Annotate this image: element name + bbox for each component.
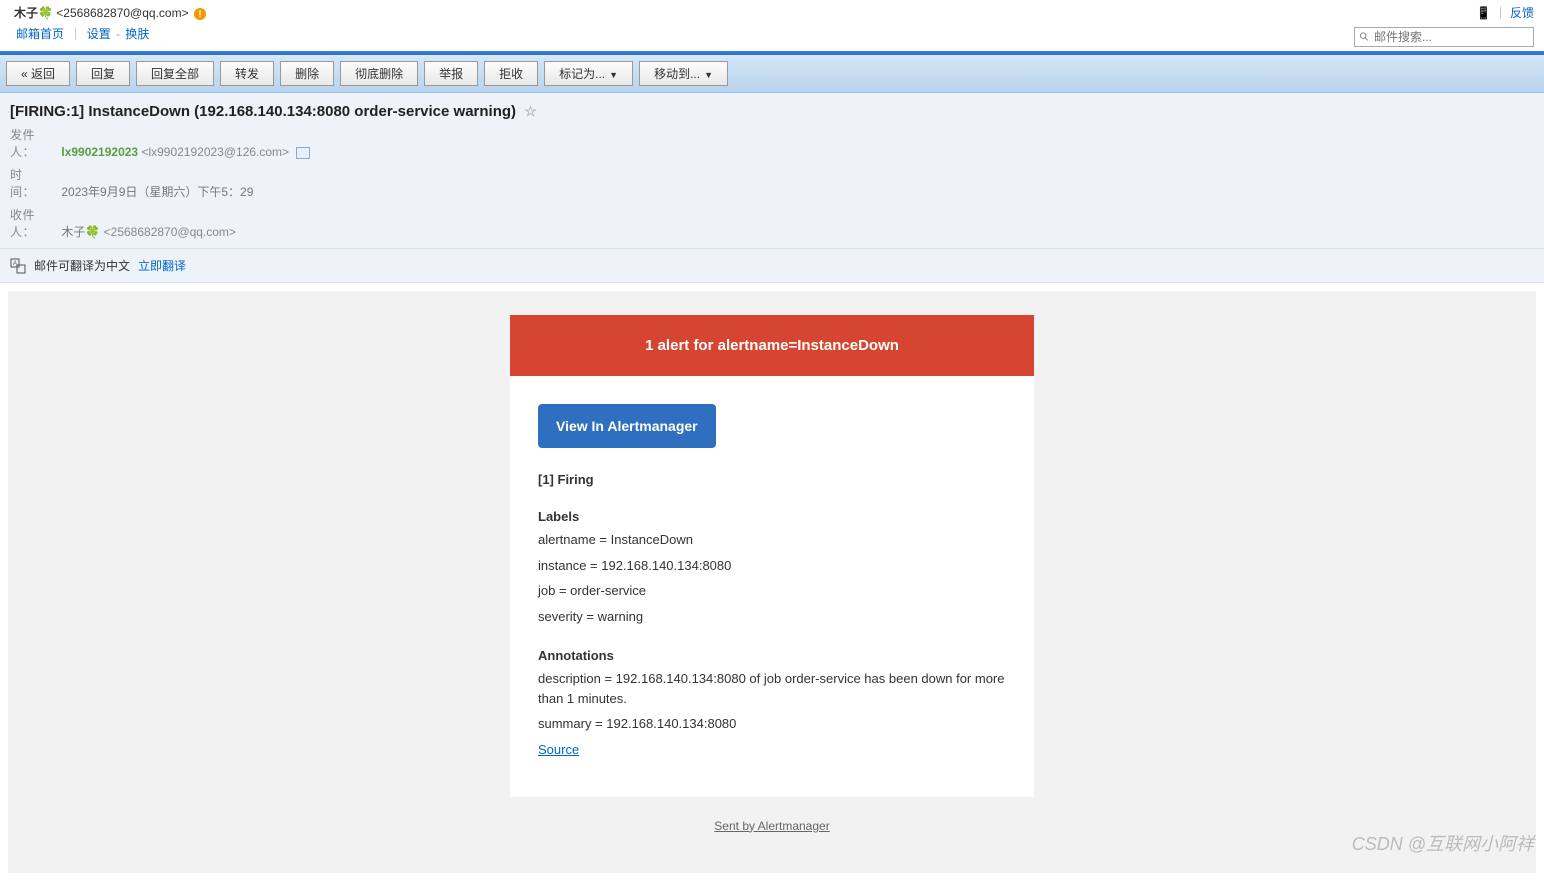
to-name: 木子🍀 <box>61 225 100 239</box>
alert-card: 1 alert for alertname=InstanceDown View … <box>510 315 1034 797</box>
from-label: 发件人： <box>10 126 58 160</box>
alert-banner: 1 alert for alertname=InstanceDown <box>510 315 1034 376</box>
translate-icon: A <box>10 258 26 274</box>
user-display-name: 木子🍀 <box>14 6 53 20</box>
forward-button[interactable]: 转发 <box>220 61 274 86</box>
back-button[interactable]: « 返回 <box>6 61 70 86</box>
sent-by-link[interactable]: Sent by Alertmanager <box>714 819 829 833</box>
search-input[interactable] <box>1374 30 1529 44</box>
translate-bar: A 邮件可翻译为中文 立即翻译 <box>0 249 1544 283</box>
firing-heading: [1] Firing <box>538 472 1006 487</box>
separator: - <box>116 27 123 41</box>
alert-badge-icon[interactable]: ! <box>194 8 206 20</box>
time-label: 时 间： <box>10 166 58 200</box>
svg-text:A: A <box>13 261 17 267</box>
translate-text: 邮件可翻译为中文 <box>34 257 130 274</box>
mail-toolbar: « 返回 回复 回复全部 转发 删除 彻底删除 举报 拒收 标记为...▼ 移动… <box>0 55 1544 93</box>
mail-subject: [FIRING:1] InstanceDown (192.168.140.134… <box>10 103 516 120</box>
from-name[interactable]: lx9902192023 <box>61 145 138 159</box>
chevron-down-icon: ▼ <box>704 70 713 80</box>
nav-skin[interactable]: 换肤 <box>125 27 149 41</box>
chevron-down-icon: ▼ <box>609 70 618 80</box>
user-email: <2568682870@qq.com> <box>56 6 188 20</box>
contact-card-icon[interactable] <box>296 147 310 159</box>
move-to-button[interactable]: 移动到...▼ <box>639 61 728 86</box>
label-instance: instance = 192.168.140.134:8080 <box>538 556 1006 576</box>
header-nav: 邮箱首页 ｜ 设置 - 换肤 <box>14 25 206 42</box>
mail-body: 1 alert for alertname=InstanceDown View … <box>8 291 1536 873</box>
reply-all-button[interactable]: 回复全部 <box>136 61 214 86</box>
label-alertname: alertname = InstanceDown <box>538 530 1006 550</box>
time-value: 2023年9月9日（星期六）下午5：29 <box>61 185 253 199</box>
search-icon <box>1359 31 1370 43</box>
source-link[interactable]: Source <box>538 742 579 757</box>
labels-title: Labels <box>538 509 1006 524</box>
annotation-description: description = 192.168.140.134:8080 of jo… <box>538 669 1006 708</box>
delete-forever-button[interactable]: 彻底删除 <box>340 61 418 86</box>
reject-button[interactable]: 拒收 <box>484 61 538 86</box>
star-icon[interactable]: ☆ <box>524 103 537 119</box>
feedback-link[interactable]: 反馈 <box>1510 6 1534 20</box>
delete-button[interactable]: 删除 <box>280 61 334 86</box>
nav-home[interactable]: 邮箱首页 <box>16 27 64 41</box>
mobile-icon[interactable]: 📱 <box>1476 6 1491 20</box>
separator: ｜ <box>69 27 81 41</box>
label-severity: severity = warning <box>538 607 1006 627</box>
to-address: <2568682870@qq.com> <box>104 225 236 239</box>
mail-header: [FIRING:1] InstanceDown (192.168.140.134… <box>0 93 1544 249</box>
label-job: job = order-service <box>538 581 1006 601</box>
translate-link[interactable]: 立即翻译 <box>138 257 186 274</box>
nav-settings[interactable]: 设置 <box>87 27 111 41</box>
report-button[interactable]: 举报 <box>424 61 478 86</box>
search-box[interactable] <box>1354 27 1534 47</box>
view-alertmanager-button[interactable]: View In Alertmanager <box>538 404 716 448</box>
from-address: <lx9902192023@126.com> <box>141 145 289 159</box>
annotations-title: Annotations <box>538 648 1006 663</box>
separator: ｜ <box>1495 6 1507 20</box>
to-label: 收件人： <box>10 206 58 240</box>
mark-as-button[interactable]: 标记为...▼ <box>544 61 633 86</box>
annotation-summary: summary = 192.168.140.134:8080 <box>538 714 1006 734</box>
reply-button[interactable]: 回复 <box>76 61 130 86</box>
